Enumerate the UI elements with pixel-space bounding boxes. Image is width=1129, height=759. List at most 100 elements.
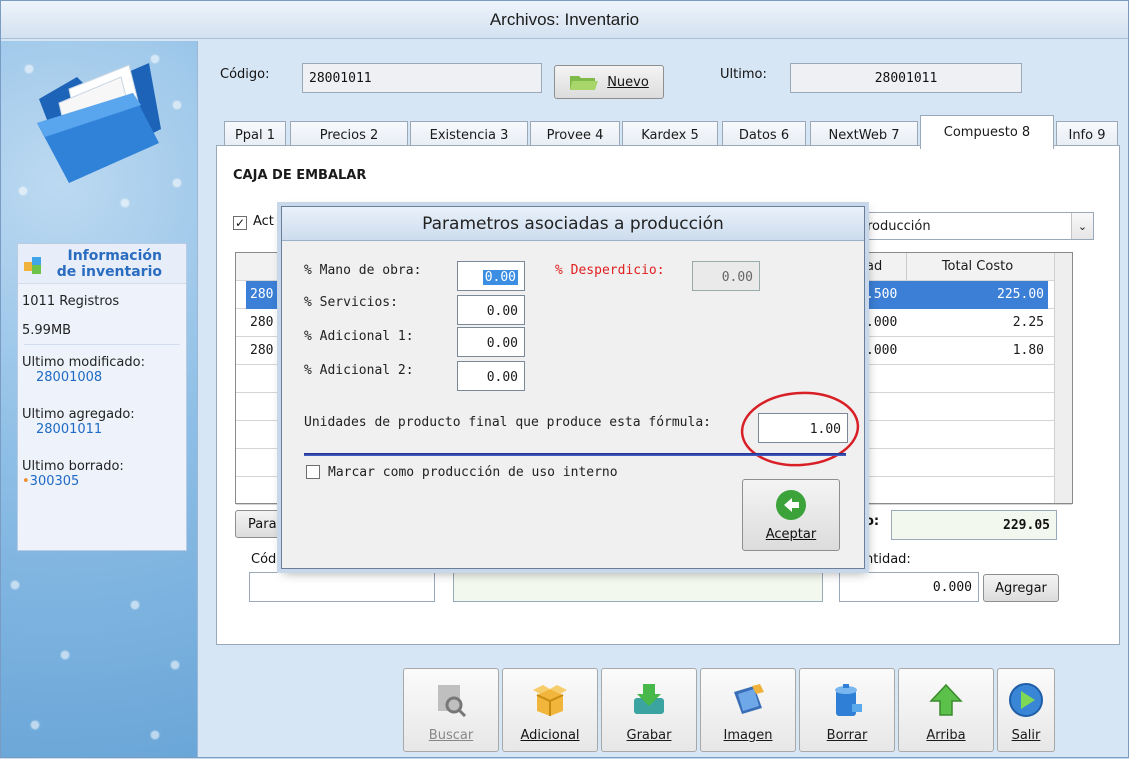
row-total: 225.00 (906, 281, 1048, 309)
accept-arrow-icon (776, 489, 806, 520)
services-input[interactable]: 0.00 (457, 295, 525, 325)
last-added-value: 28001011 (36, 422, 103, 437)
select-value: roducción (867, 218, 931, 234)
services-label: % Servicios: (304, 295, 398, 310)
code-field[interactable]: 28001011 (302, 63, 542, 93)
up-button[interactable]: Arriba (898, 668, 994, 752)
exit-button[interactable]: Salir (997, 668, 1055, 752)
inventory-window: Archivos: Inventario Información de inve… (0, 0, 1129, 758)
labor-label: % Mano de obra: (304, 263, 422, 278)
row-code: 280 (250, 343, 274, 358)
last-modified-label: Ultimo modificado: (22, 355, 145, 370)
row-qty: .000 (866, 315, 898, 330)
water-drop (151, 731, 159, 739)
save-button[interactable]: Grabar (601, 668, 697, 752)
extra1-input[interactable]: 0.00 (457, 327, 525, 357)
last-deleted-text: 300305 (29, 474, 80, 489)
row-qty: .500 (862, 281, 906, 309)
info-header: Información de inventario (18, 244, 186, 284)
up-button-label: Arriba (926, 728, 966, 743)
row-code: 280 (246, 281, 278, 309)
water-drop (171, 661, 179, 669)
new-button[interactable]: Nuevo (554, 65, 664, 99)
last-field: 28001011 (790, 63, 1022, 93)
accept-label: Aceptar (765, 526, 817, 542)
folder-icon (37, 63, 161, 183)
additional-button-label: Adicional (520, 728, 580, 743)
row-qty: .000 (866, 343, 898, 358)
code-column-label: Cód (251, 552, 277, 567)
water-drop (31, 721, 39, 729)
extra1-label: % Adicional 1: (304, 329, 414, 344)
last-added-label: Ultimo agregado: (22, 407, 135, 422)
arrow-up-icon (926, 680, 966, 720)
water-drop (61, 651, 69, 659)
water-drop (11, 581, 19, 589)
delete-button-label: Borrar (826, 728, 868, 743)
labor-value: 0.00 (482, 270, 518, 285)
units-label: Unidades de producto final que produce e… (304, 415, 711, 430)
db-size: 5.99MB (22, 323, 72, 338)
add-button[interactable]: Agregar (983, 574, 1059, 602)
save-button-label: Grabar (626, 728, 672, 743)
folder-open-icon (570, 76, 599, 90)
info-title-line2: de inventario (56, 263, 162, 280)
water-drop (121, 199, 129, 207)
records-count: 1011 Registros (22, 294, 120, 309)
extra2-input[interactable]: 0.00 (457, 361, 525, 391)
grid-header-total: Total Costo (906, 253, 1048, 281)
accept-button[interactable]: Aceptar (742, 479, 840, 551)
row-total: 1.80 (1012, 343, 1044, 358)
total-field: 229.05 (891, 510, 1057, 540)
water-drop (173, 179, 181, 187)
delete-button[interactable]: Borrar (799, 668, 895, 752)
waste-label: % Desperdicio: (555, 263, 665, 278)
chevron-down-icon[interactable]: ⌄ (1071, 213, 1093, 239)
inventory-info-box: Información de inventario 1011 Registros… (17, 243, 187, 551)
production-type-select[interactable]: roducción ⌄ (862, 212, 1094, 240)
search-button-label: Buscar (428, 728, 474, 743)
water-drop (131, 601, 139, 609)
sidebar: Información de inventario 1011 Registros… (1, 41, 198, 757)
info-title-line1: Información (67, 247, 162, 264)
cubes-icon (24, 256, 41, 274)
trash-icon (827, 680, 867, 720)
internal-use-label: Marcar como producción de uso interno (328, 465, 618, 480)
dialog-title: Parametros asociadas a producción (282, 207, 864, 241)
image-button[interactable]: Imagen (700, 668, 796, 752)
production-parameters-dialog: Parametros asociadas a producción % Mano… (281, 206, 865, 569)
bullet-icon: • (22, 474, 30, 489)
component-description-field (453, 572, 823, 602)
grid-scrollbar[interactable] (1054, 253, 1072, 503)
new-button-label: Nuevo (607, 74, 649, 90)
internal-use-checkbox[interactable] (306, 465, 320, 479)
info-title: Información de inventario (44, 248, 162, 280)
separator-line (304, 453, 846, 456)
product-name: CAJA DE EMBALAR (233, 168, 367, 183)
last-deleted-value: •300305 (18, 474, 186, 489)
labor-input[interactable]: 0.00 (457, 261, 525, 291)
search-button[interactable]: Buscar (403, 668, 499, 752)
grid-header-qty: ad (866, 259, 883, 274)
quantity-input[interactable]: 0.000 (839, 572, 979, 602)
waste-input: 0.00 (692, 261, 760, 291)
water-drop (19, 187, 27, 195)
active-checkbox-label: Act (253, 214, 274, 229)
image-button-label: Imagen (723, 728, 773, 743)
divider (24, 344, 180, 345)
total-label: o: (865, 514, 880, 529)
row-total: 2.25 (1012, 315, 1044, 330)
save-icon (629, 680, 669, 720)
component-code-input[interactable] (249, 572, 435, 602)
exit-button-label: Salir (1011, 728, 1041, 743)
code-label: Código: (220, 67, 270, 82)
last-modified-value: 28001008 (36, 370, 103, 385)
window-title: Archivos: Inventario (1, 1, 1128, 39)
additional-button[interactable]: Adicional (502, 668, 598, 752)
bottom-toolbar: Buscar Adicional Grabar Imagen Borrar Ar… (198, 666, 1058, 754)
active-checkbox[interactable]: ✓ (233, 216, 247, 230)
play-icon (1006, 680, 1046, 720)
tab-compuesto[interactable]: Compuesto 8 (920, 115, 1054, 149)
water-drop (173, 101, 181, 109)
box-icon (530, 680, 570, 720)
